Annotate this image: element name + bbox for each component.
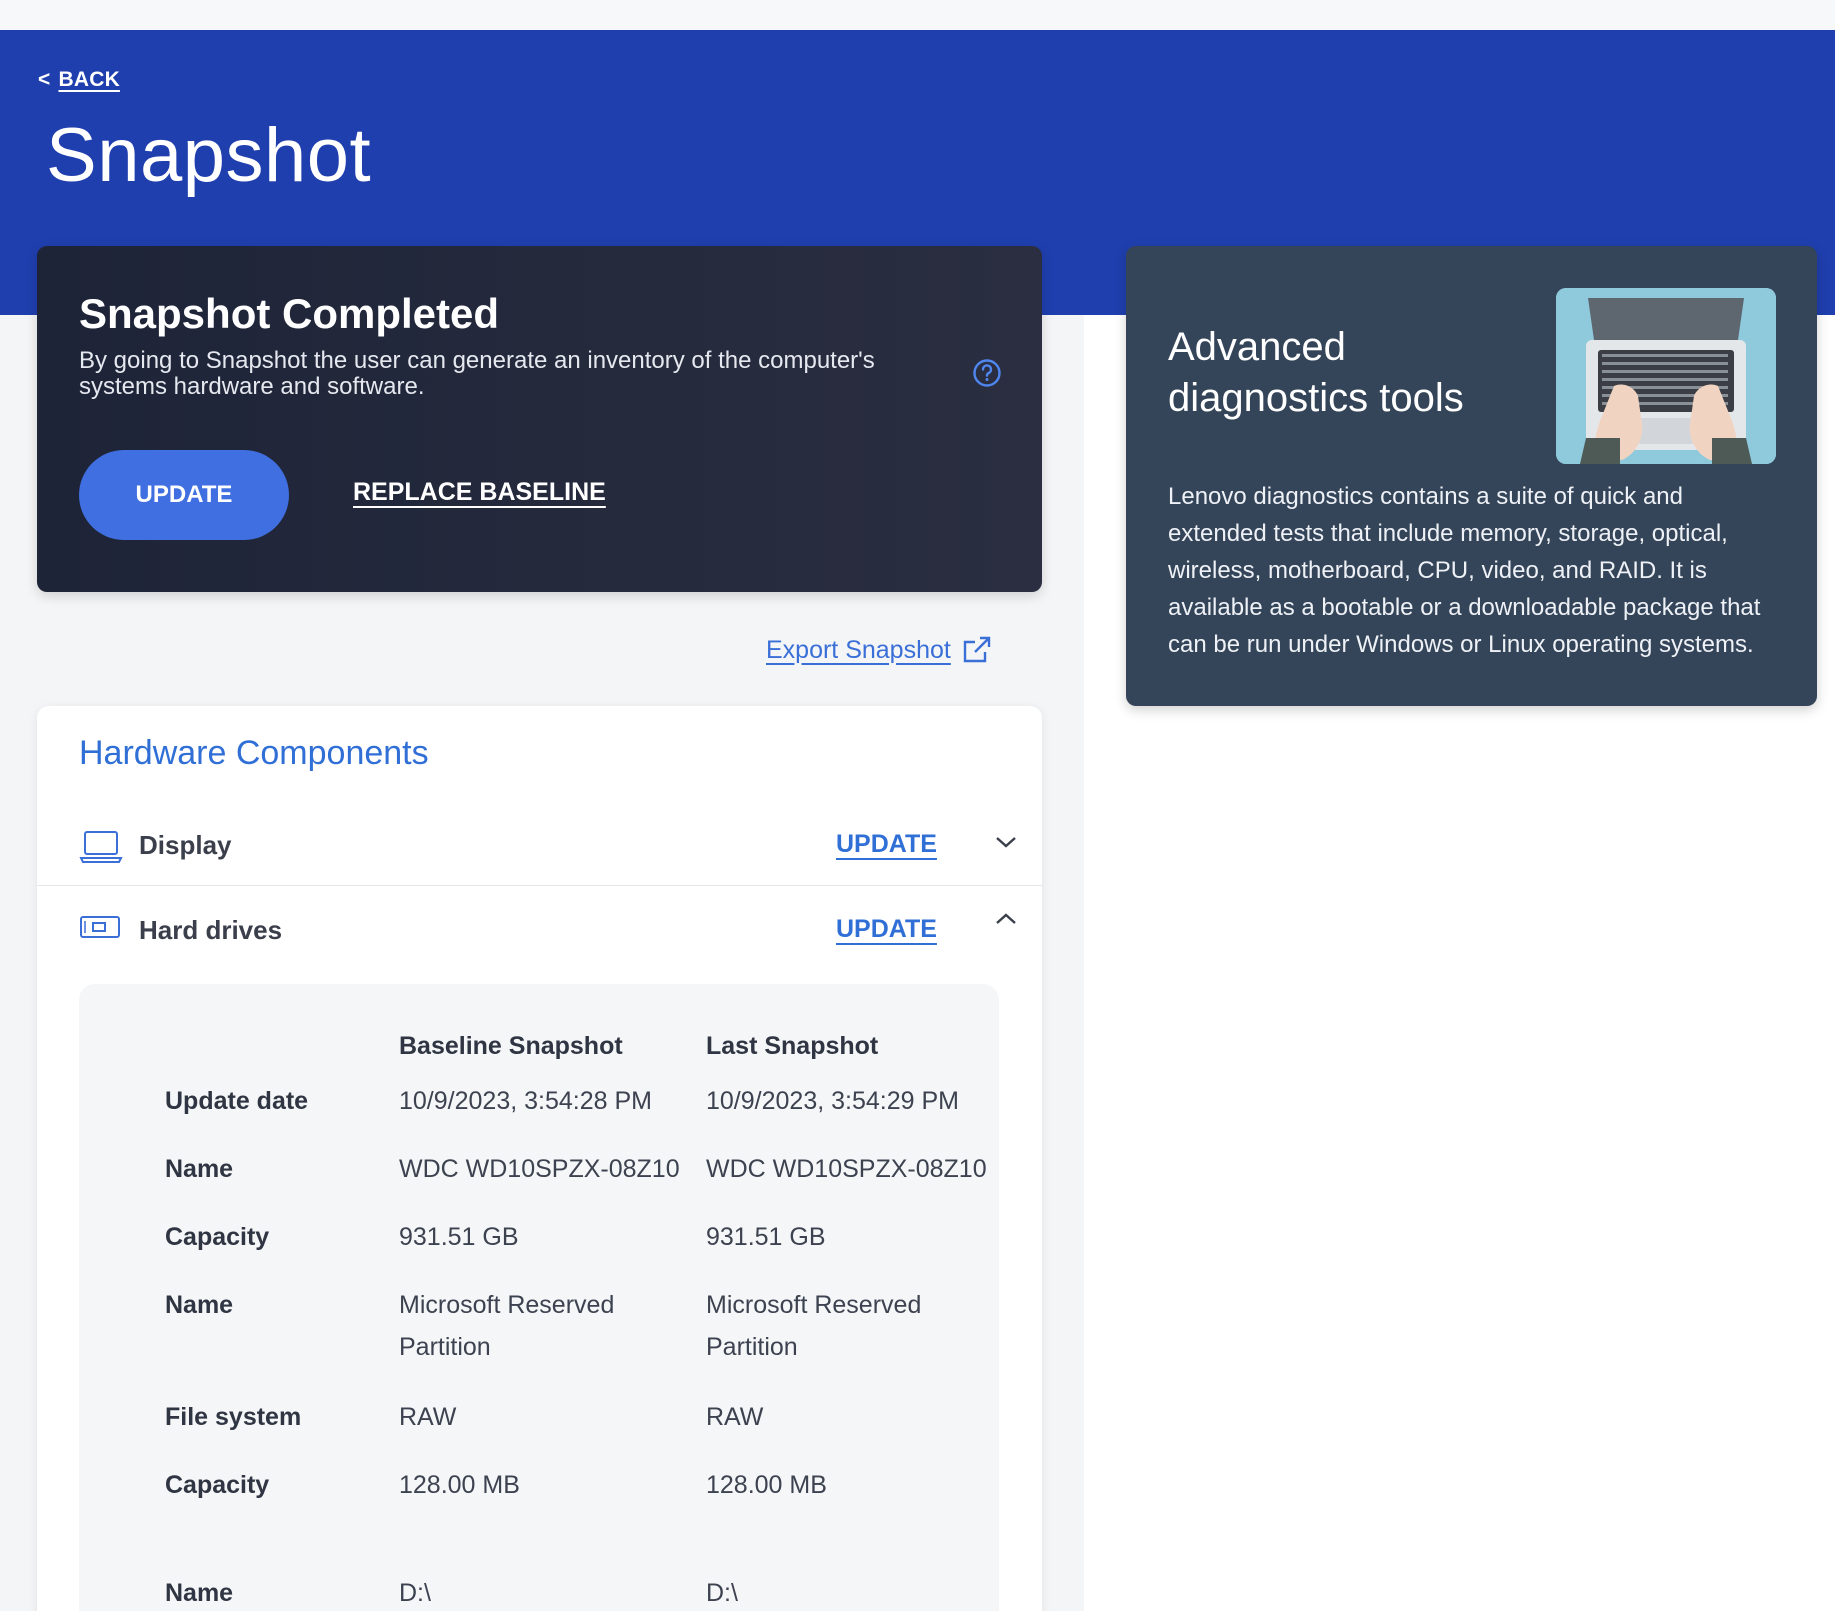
hardware-title: Hardware Components [79,734,429,772]
replace-baseline-button[interactable]: REPLACE BASELINE [353,478,606,507]
display-label: Display [139,830,232,860]
diagnostics-description: Lenovo diagnostics contains a suite of q… [1168,483,1761,658]
detail-label: Capacity [165,1223,270,1251]
advanced-diagnostics-card: Advanced diagnostics tools Lenovo diagno… [1126,246,1817,706]
laptop-icon [79,831,123,863]
hard-drives-label: Hard drives [139,915,283,945]
hard-drives-details: Baseline Snapshot Last Snapshot Update d… [79,984,999,1611]
detail-baseline: 10/9/2023, 3:54:28 PM [399,1087,652,1115]
chevron-down-icon[interactable] [995,834,1017,850]
hardware-row-display[interactable]: Display UPDATE [37,806,1042,886]
hardware-components-card: Hardware Components Display UPDATE Hard … [37,706,1042,1611]
detail-label: Name [165,1291,234,1319]
export-snapshot-label: Export Snapshot [766,635,951,664]
detail-label: File system [165,1403,302,1431]
detail-last: RAW [706,1403,764,1431]
update-button[interactable]: UPDATE [79,450,289,540]
detail-baseline: 931.51 GB [399,1223,519,1251]
detail-label: Name [165,1579,234,1607]
hard-drive-icon [80,916,120,938]
detail-last: Microsoft Reserved Partition [706,1291,922,1361]
detail-baseline: WDC WD10SPZX-08Z10 [399,1155,680,1183]
back-label: BACK [58,68,120,91]
detail-baseline: RAW [399,1403,457,1431]
detail-label: Update date [165,1087,309,1115]
status-title: Snapshot Completed [79,290,500,337]
detail-label: Capacity [165,1471,270,1499]
question-circle-icon[interactable] [972,358,1002,388]
diagnostics-title: Advanced diagnostics tools [1168,325,1464,420]
back-link[interactable]: < BACK [38,68,120,92]
baseline-snapshot-header: Baseline Snapshot [399,1032,623,1060]
chevron-up-icon[interactable] [995,911,1017,927]
detail-last: WDC WD10SPZX-08Z10 [706,1155,987,1183]
status-description: By going to Snapshot the user can genera… [79,347,875,400]
laptop-keyboard-image [1556,288,1776,464]
hardware-row-hard-drives[interactable]: Hard drives UPDATE [37,891,1042,971]
detail-last: D:\ [706,1579,738,1607]
detail-baseline: 128.00 MB [399,1471,520,1499]
last-snapshot-header: Last Snapshot [706,1032,879,1060]
back-chevron-icon: < [38,68,51,91]
hard-drives-update-button[interactable]: UPDATE [836,915,937,944]
detail-last: 128.00 MB [706,1471,827,1499]
laptop-illustration-icon [1556,288,1776,464]
detail-label: Name [165,1155,234,1183]
display-update-button[interactable]: UPDATE [836,830,937,859]
detail-baseline: Microsoft Reserved Partition [399,1291,615,1361]
export-snapshot-link[interactable]: Export Snapshot [766,634,993,666]
detail-last: 10/9/2023, 3:54:29 PM [706,1087,959,1115]
page-title: Snapshot [46,113,372,198]
top-strip [0,0,1835,30]
snapshot-status-card: Snapshot Completed By going to Snapshot … [37,246,1042,592]
detail-baseline: D:\ [399,1579,431,1607]
detail-last: 931.51 GB [706,1223,826,1251]
external-link-icon [963,636,991,663]
